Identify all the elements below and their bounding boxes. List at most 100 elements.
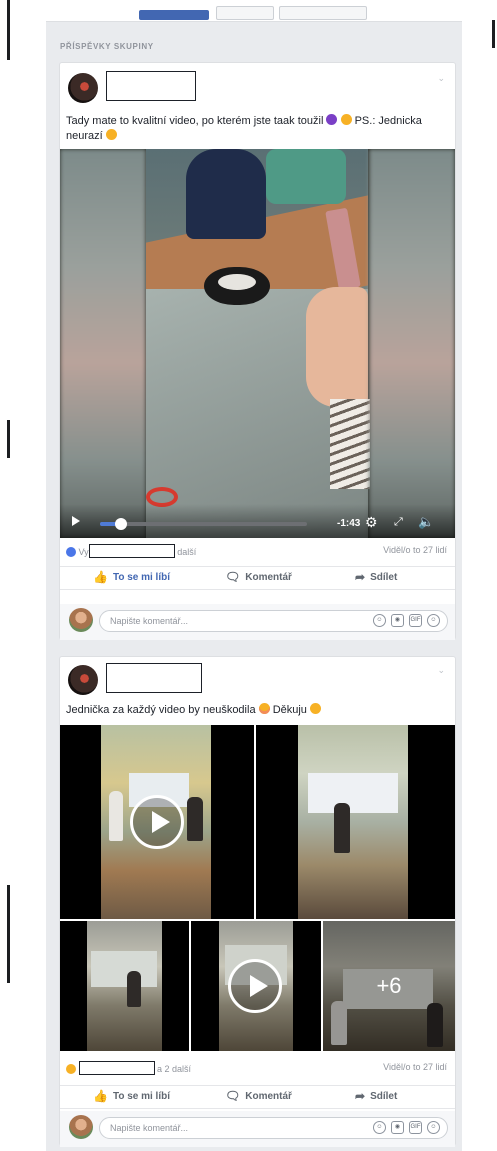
video-bowl	[204, 267, 270, 305]
edge-bar	[492, 20, 495, 48]
reactions-suffix: další	[177, 547, 197, 557]
smiley-icon[interactable]: ☺	[373, 1121, 386, 1134]
thumbs-up-icon: 👍	[93, 570, 108, 584]
sticker-icon[interactable]: ☺	[427, 614, 440, 627]
like-reaction-icon	[66, 547, 76, 557]
gallery-video-tile[interactable]	[60, 725, 254, 919]
author-name-redacted[interactable]	[106, 71, 196, 101]
thumbnail-board	[91, 951, 157, 987]
gif-icon[interactable]: GIF	[409, 1121, 422, 1134]
volume-icon[interactable]: 🔈	[418, 514, 434, 530]
video-player[interactable]: -1:43 ⚙ ⤢ 🔈	[60, 149, 455, 538]
smiley-icon[interactable]: ☺	[373, 614, 386, 627]
reactions-summary[interactable]: a 2 další Viděl/o to 27 lidí	[66, 1061, 447, 1077]
video-person	[266, 149, 346, 204]
gallery-more-tile[interactable]: +6	[323, 921, 455, 1051]
reactor-names-redacted	[88, 544, 175, 558]
comment-button[interactable]: 🗨 Komentář	[225, 571, 292, 583]
gallery-video-tile[interactable]	[60, 921, 189, 1051]
post-text-main: Jednička za každý video by neuškodila	[66, 704, 256, 716]
share-button[interactable]: ➦ Sdílet	[355, 571, 397, 583]
more-media-overlay[interactable]: +6	[323, 921, 455, 1051]
post-text: Jednička za každý video by neuškodila Dě…	[66, 703, 447, 718]
chevron-down-icon[interactable]: ⌄	[437, 73, 445, 84]
video-time: -1:43	[337, 518, 361, 529]
reactor-names-redacted	[78, 1061, 155, 1075]
video-thumbnail	[298, 725, 408, 919]
camera-icon[interactable]: ◉	[391, 1121, 404, 1134]
seen-count[interactable]: Viděl/o to 27 lidí	[383, 545, 447, 555]
author-avatar[interactable]	[68, 665, 98, 695]
video-person	[186, 149, 266, 239]
video-progress-knob[interactable]	[114, 518, 127, 530]
toolbar-primary-button[interactable]	[139, 10, 209, 20]
thumbnail-figure	[187, 797, 203, 841]
like-label: To se mi líbí	[112, 571, 170, 583]
comment-input[interactable]: Napište komentář... ☺ ◉ GIF ☺	[99, 610, 448, 632]
gallery-video-tile[interactable]	[191, 921, 321, 1051]
haha-reaction-icon	[66, 1064, 76, 1074]
sticker-icon[interactable]: ☺	[427, 1121, 440, 1134]
top-toolbar	[46, 0, 462, 22]
thumbnail-board	[308, 773, 398, 813]
reactions-suffix: a 2 další	[157, 1064, 192, 1074]
thumbnail-figure	[334, 803, 350, 853]
comment-placeholder: Napište komentář...	[110, 616, 189, 626]
thumbnail-figure	[127, 971, 141, 1007]
video-progress-bar[interactable]	[100, 518, 307, 530]
viewer-avatar[interactable]	[69, 1115, 93, 1139]
gear-icon[interactable]: ⚙	[365, 515, 379, 529]
gif-icon[interactable]: GIF	[409, 614, 422, 627]
seen-count[interactable]: Viděl/o to 27 lidí	[383, 1062, 447, 1072]
like-button[interactable]: 👍 To se mi líbí	[93, 1090, 170, 1102]
comment-tools: ☺ ◉ GIF ☺	[373, 1121, 440, 1134]
video-blur-right	[369, 149, 455, 538]
comment-button[interactable]: 🗨 Komentář	[225, 1090, 292, 1102]
speech-bubble-icon: 🗨	[225, 570, 241, 584]
edge-bar	[7, 0, 10, 60]
smile-emoji-icon	[310, 703, 321, 714]
video-hand	[306, 287, 368, 407]
group-post: ⌄ Jednička za každý video by neuškodila …	[59, 656, 456, 1147]
share-arrow-icon: ➦	[355, 1089, 366, 1103]
share-button[interactable]: ➦ Sdílet	[355, 1090, 397, 1102]
devil-emoji-icon	[326, 114, 338, 125]
play-icon[interactable]	[228, 959, 282, 1013]
play-icon[interactable]	[72, 516, 80, 526]
author-avatar[interactable]	[68, 73, 98, 103]
wink-emoji-icon	[340, 114, 352, 125]
comment-label: Komentář	[245, 1090, 292, 1102]
chevron-down-icon[interactable]: ⌄	[437, 665, 445, 676]
toolbar-button[interactable]	[216, 6, 274, 20]
comment-placeholder: Napište komentář...	[110, 1123, 189, 1133]
comment-tools: ☺ ◉ GIF ☺	[373, 614, 440, 627]
comment-label: Komentář	[245, 571, 292, 583]
video-frame	[146, 149, 370, 538]
author-name-redacted[interactable]	[106, 663, 202, 693]
post-actions: 👍 To se mi líbí 🗨 Komentář ➦ Sdílet	[60, 1085, 455, 1109]
comment-composer: Napište komentář... ☺ ◉ GIF ☺	[60, 1111, 455, 1147]
play-icon[interactable]	[130, 795, 184, 849]
camera-icon[interactable]: ◉	[391, 614, 404, 627]
video-sleeve	[330, 399, 370, 489]
edge-bar	[7, 420, 10, 458]
thumbnail-figure	[109, 791, 123, 841]
toolbar-button[interactable]	[279, 6, 367, 20]
speech-bubble-icon: 🗨	[225, 1089, 241, 1103]
right-edge	[487, 0, 497, 1151]
post-text-main: Tady mate to kvalitní video, po kterém j…	[66, 115, 324, 127]
comment-input[interactable]: Napište komentář... ☺ ◉ GIF ☺	[99, 1117, 448, 1139]
post-text: Tady mate to kvalitní video, po kterém j…	[66, 114, 447, 144]
like-label: To se mi líbí	[112, 1090, 170, 1102]
fullscreen-icon[interactable]: ⤢	[394, 516, 403, 529]
grin-emoji-icon	[105, 129, 117, 140]
post-text-thanks: Děkuju	[272, 704, 307, 716]
comment-composer: Napište komentář... ☺ ◉ GIF ☺	[60, 604, 455, 640]
reactions-summary[interactable]: Vy další Viděl/o to 27 lidí	[66, 544, 447, 560]
gallery-video-tile[interactable]	[256, 725, 455, 919]
video-blur-left	[60, 149, 146, 538]
share-arrow-icon: ➦	[355, 570, 366, 584]
viewer-avatar[interactable]	[69, 608, 93, 632]
like-button[interactable]: 👍 To se mi líbí	[93, 571, 170, 583]
video-controls: -1:43 ⚙ ⤢ 🔈	[60, 504, 455, 538]
